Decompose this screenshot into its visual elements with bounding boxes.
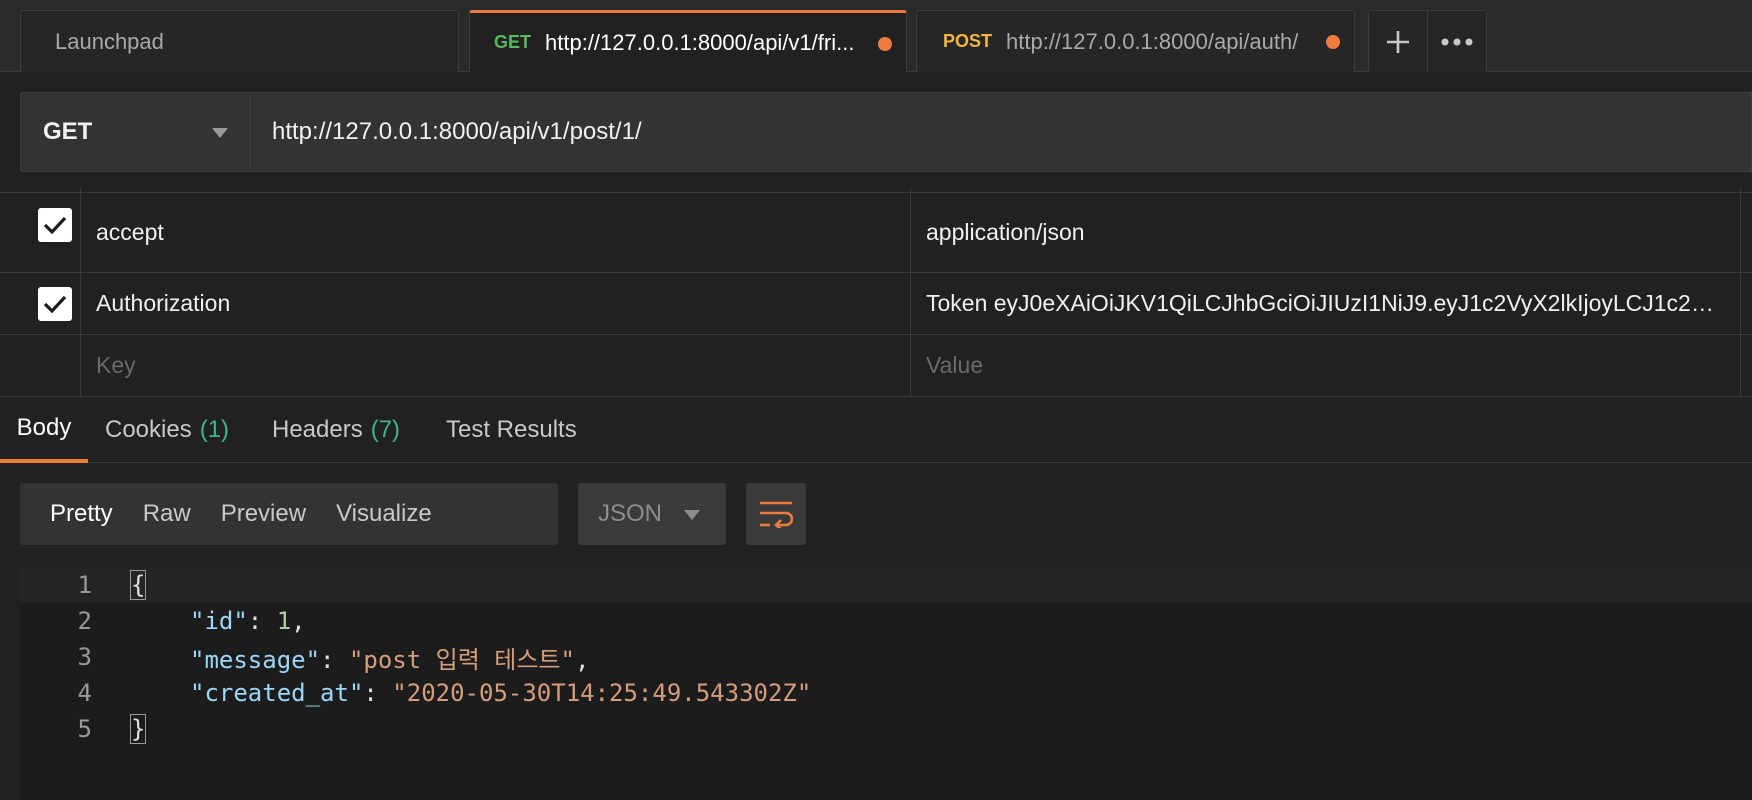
json-value: 1 — [276, 607, 292, 635]
tab-cookies[interactable]: Cookies (1) — [105, 397, 229, 463]
header-enabled-checkbox[interactable] — [38, 287, 72, 321]
view-mode-pretty[interactable]: Pretty — [20, 483, 143, 545]
view-mode-visualize[interactable]: Visualize — [336, 483, 432, 545]
tab-headers[interactable]: Headers (7) — [272, 397, 400, 463]
line-number: 4 — [77, 679, 92, 707]
view-mode-label: Raw — [142, 500, 191, 527]
json-key: "id" — [190, 607, 248, 635]
method-value: GET — [43, 118, 93, 145]
tab-post-request[interactable]: POST http://127.0.0.1:8000/api/auth/ — [916, 10, 1355, 72]
unsaved-changes-dot — [878, 37, 892, 51]
tab-test-results-label: Test Results — [446, 416, 577, 443]
chevron-down-icon — [212, 128, 228, 138]
tab-options-button[interactable] — [1427, 11, 1486, 72]
view-mode-label: Visualize — [336, 500, 432, 527]
json-open-brace: { — [129, 570, 147, 600]
line-number: 5 — [77, 715, 92, 743]
tab-headers-count: (7) — [370, 416, 401, 443]
response-body-editor[interactable]: 1 { 2 "id": 1, 3 "message": "post 입력 테스트… — [20, 567, 1752, 800]
more-options-icon — [1441, 38, 1473, 45]
new-tab-button[interactable] — [1369, 11, 1427, 72]
tab-cookies-label: Cookies — [105, 416, 192, 443]
table-row: Authorization Token eyJ0eXAiOiJKV1QiLCJh… — [0, 273, 1752, 335]
table-row: accept application/json — [0, 193, 1752, 273]
json-key: "created_at" — [190, 679, 364, 707]
checkmark-icon — [43, 295, 67, 314]
request-url-input[interactable]: http://127.0.0.1:8000/api/v1/post/1/ — [251, 92, 1752, 172]
header-value-cell[interactable]: application/json — [911, 193, 1741, 272]
header-key: accept — [96, 219, 164, 245]
line-number: 3 — [77, 643, 92, 671]
headers-table: accept application/json Authorization To… — [0, 188, 1752, 397]
request-url-value: http://127.0.0.1:8000/api/v1/post/1/ — [272, 118, 642, 145]
tab-get-url: http://127.0.0.1:8000/api/v1/fri... — [545, 29, 855, 55]
value-placeholder: Value — [926, 352, 984, 378]
table-row-new: Key Value — [0, 335, 1752, 397]
tab-headers-label: Headers — [272, 416, 363, 443]
json-key: "message" — [190, 645, 321, 674]
view-mode-label: Preview — [220, 500, 307, 527]
view-mode-group: Pretty Raw Preview Visualize — [20, 483, 558, 545]
chevron-down-icon — [684, 510, 700, 520]
tab-body[interactable]: Body — [0, 397, 88, 463]
language-value: JSON — [598, 500, 663, 527]
response-tabs: Body Cookies (1) Headers (7) Test Result… — [0, 397, 1752, 463]
code-line: 5 } — [20, 711, 1752, 747]
new-header-value-input[interactable]: Value — [911, 335, 1741, 396]
wrap-lines-icon — [760, 501, 793, 528]
plus-icon — [1387, 30, 1409, 53]
tab-post-method: POST — [943, 31, 993, 51]
header-enabled-checkbox[interactable] — [38, 208, 72, 242]
unsaved-changes-dot — [1326, 35, 1340, 49]
tab-launchpad[interactable]: Launchpad — [20, 10, 459, 72]
tab-body-label: Body — [16, 414, 72, 441]
json-value: "2020-05-30T14:25:49.543302Z" — [392, 679, 812, 707]
wrap-lines-button[interactable] — [746, 483, 806, 545]
json-value: "post 입력 테스트" — [348, 645, 575, 674]
key-placeholder: Key — [96, 352, 136, 378]
header-key-cell[interactable]: Authorization — [81, 273, 911, 334]
json-comma: , — [574, 645, 590, 674]
tab-cookies-count: (1) — [199, 416, 230, 443]
new-header-key-input[interactable]: Key — [81, 335, 911, 396]
checkmark-icon — [43, 216, 67, 235]
json-comma: , — [291, 607, 306, 635]
code-line: 4 "created_at": "2020-05-30T14:25:49.543… — [20, 675, 1752, 711]
code-line: 3 "message": "post 입력 테스트", — [20, 639, 1752, 675]
line-number: 2 — [77, 607, 92, 635]
view-mode-label: Pretty — [50, 500, 113, 527]
header-key: Authorization — [96, 290, 231, 316]
view-mode-preview[interactable]: Preview — [221, 483, 336, 545]
code-line: 2 "id": 1, — [20, 603, 1752, 639]
method-select[interactable]: GET — [20, 92, 251, 172]
tab-actions — [1368, 10, 1487, 72]
tab-post-url: http://127.0.0.1:8000/api/auth/ — [1006, 28, 1299, 54]
tab-get-method: GET — [494, 32, 532, 52]
header-value-cell[interactable]: Token eyJ0eXAiOiJKV1QiLCJhbGciOiJIUzI1Ni… — [911, 273, 1741, 334]
code-line: 1 { — [20, 567, 1752, 603]
header-value: application/json — [926, 219, 1085, 245]
tab-test-results[interactable]: Test Results — [446, 397, 577, 463]
tab-launchpad-label: Launchpad — [55, 28, 164, 54]
tab-get-request[interactable]: GET http://127.0.0.1:8000/api/v1/fri... — [469, 10, 907, 72]
json-close-brace: } — [129, 714, 147, 744]
line-number: 1 — [77, 571, 92, 599]
language-select[interactable]: JSON — [578, 483, 726, 545]
header-value: Token eyJ0eXAiOiJKV1QiLCJhbGciOiJIUzI1Ni… — [926, 290, 1726, 316]
view-mode-raw[interactable]: Raw — [143, 483, 221, 545]
header-key-cell[interactable]: accept — [81, 193, 911, 272]
